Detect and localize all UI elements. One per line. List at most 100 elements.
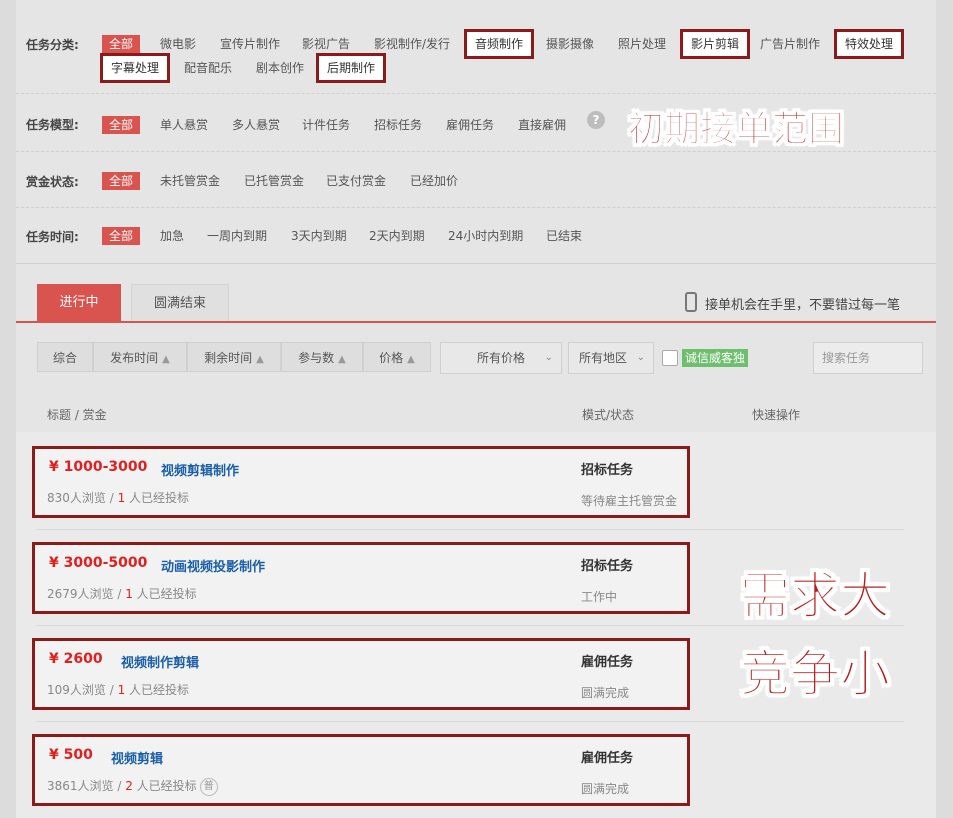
column-quick-actions: 快速操作 xyxy=(752,408,801,422)
task-bid-count: 2 xyxy=(125,779,133,793)
time-all[interactable]: 全部 xyxy=(102,227,141,245)
category-film-production[interactable]: 影视制作/发行 xyxy=(368,35,456,53)
region-dropdown[interactable]: 所有地区 ⌄ xyxy=(568,342,654,374)
category-audio-production[interactable]: 音频制作 xyxy=(464,29,535,59)
region-dropdown-value: 所有地区 xyxy=(579,351,628,365)
task-status: 圆满完成 xyxy=(581,782,630,796)
category-voice-music[interactable]: 配音配乐 xyxy=(178,59,238,77)
sort-price-label: 价格 xyxy=(379,351,404,365)
category-photography[interactable]: 摄影摄像 xyxy=(540,35,600,53)
time-within-24h[interactable]: 24小时内到期 xyxy=(442,227,529,245)
time-urgent[interactable]: 加急 xyxy=(154,227,190,245)
task-list-page: 任务分类: 全部 微电影 宣传片制作 影视广告 影视制作/发行 音频制作 摄影摄… xyxy=(16,0,936,818)
category-photo-edit[interactable]: 照片处理 xyxy=(612,35,672,53)
phone-icon xyxy=(685,292,697,312)
tab-completed[interactable]: 圆满结束 xyxy=(131,284,229,322)
sort-arrow-icon: ▲ xyxy=(338,354,346,365)
time-filter-label: 任务时间: xyxy=(26,230,79,244)
chevron-down-icon: ⌄ xyxy=(636,352,645,363)
task-status: 圆满完成 xyxy=(581,686,630,700)
model-filter-label: 任务模型: xyxy=(26,118,79,132)
reward-escrowed[interactable]: 已托管赏金 xyxy=(238,172,310,190)
time-within-week[interactable]: 一周内到期 xyxy=(201,227,273,245)
sort-participants[interactable]: 参与数 ▲ xyxy=(281,342,363,372)
task-bids-suffix: 人已经投标 xyxy=(125,683,190,697)
task-row[interactable]: ¥ 500 视频剪辑 3861人浏览 / 2 人已经投标普 雇佣任务 圆满完成 xyxy=(32,734,690,806)
task-stats: 3861人浏览 / 2 人已经投标普 xyxy=(47,777,218,796)
price-dropdown[interactable]: 所有价格 ⌄ xyxy=(440,342,562,374)
task-views: 3861人浏览 / xyxy=(47,779,126,793)
sort-default-label: 综合 xyxy=(52,351,77,365)
demand-overlay-text: 需求大 xyxy=(740,567,891,626)
time-within-2days[interactable]: 2天内到期 xyxy=(363,227,431,245)
plain-badge-icon: 普 xyxy=(199,777,218,796)
help-icon[interactable]: ? xyxy=(587,111,605,129)
sort-remaining-time-label: 剩余时间 xyxy=(204,351,253,365)
model-single-bounty[interactable]: 单人悬赏 xyxy=(154,116,214,134)
row-divider xyxy=(36,721,904,722)
task-price: ¥ 3000-5000 xyxy=(49,555,148,571)
tab-underline xyxy=(16,321,936,323)
sort-publish-time[interactable]: 发布时间 ▲ xyxy=(93,342,187,372)
task-title-link[interactable]: 视频制作剪辑 xyxy=(121,652,199,671)
reward-all[interactable]: 全部 xyxy=(102,172,141,190)
task-bid-count: 1 xyxy=(125,587,133,601)
model-bidding[interactable]: 招标任务 xyxy=(368,116,428,134)
task-title-link[interactable]: 动画视频投影制作 xyxy=(161,556,265,575)
time-within-3days[interactable]: 3天内到期 xyxy=(285,227,353,245)
task-mode: 雇佣任务 xyxy=(581,655,634,670)
model-hire-task[interactable]: 雇佣任务 xyxy=(440,116,500,134)
category-film-edit[interactable]: 影片剪辑 xyxy=(680,29,751,59)
category-promo-film[interactable]: 宣传片制作 xyxy=(214,35,286,53)
category-ad-film[interactable]: 广告片制作 xyxy=(754,35,826,53)
tab-in-progress[interactable]: 进行中 xyxy=(37,284,121,322)
model-all[interactable]: 全部 xyxy=(102,116,141,134)
task-stats: 2679人浏览 / 1 人已经投标 xyxy=(47,585,197,602)
scope-overlay-text: 初期接单范围 xyxy=(627,109,845,151)
task-views: 830人浏览 / xyxy=(47,491,118,505)
task-title-link[interactable]: 视频剪辑制作 xyxy=(161,460,239,479)
cert-checkbox[interactable] xyxy=(662,350,678,366)
category-subtitles[interactable]: 字幕处理 xyxy=(100,53,171,83)
task-views: 2679人浏览 / xyxy=(47,587,126,601)
reward-raised[interactable]: 已经加价 xyxy=(404,172,464,190)
task-price: ¥ 500 xyxy=(49,747,93,763)
category-script[interactable]: 剧本创作 xyxy=(250,59,310,77)
reward-unescrowed[interactable]: 未托管赏金 xyxy=(154,172,226,190)
sort-default[interactable]: 综合 xyxy=(37,342,93,372)
task-stats: 830人浏览 / 1 人已经投标 xyxy=(47,489,189,506)
phone-note: 接单机会在手里，不要错过每一笔 xyxy=(705,298,901,313)
price-dropdown-value: 所有价格 xyxy=(477,351,526,365)
sort-remaining-time[interactable]: 剩余时间 ▲ xyxy=(187,342,281,372)
task-views: 109人浏览 / xyxy=(47,683,118,697)
task-row[interactable]: ¥ 1000-3000 视频剪辑制作 830人浏览 / 1 人已经投标 招标任务… xyxy=(32,446,690,518)
model-direct-hire[interactable]: 直接雇佣 xyxy=(512,116,572,134)
category-post-production[interactable]: 后期制作 xyxy=(316,53,387,83)
task-title-link[interactable]: 视频剪辑 xyxy=(111,748,163,767)
task-mode: 雇佣任务 xyxy=(581,751,634,766)
task-status: 等待雇主托管赏金 xyxy=(581,494,678,508)
task-bids-suffix: 人已经投标 xyxy=(132,587,197,601)
column-title: 标题 / 赏金 xyxy=(47,408,107,422)
reward-paid[interactable]: 已支付赏金 xyxy=(320,172,392,190)
task-price: ¥ 2600 xyxy=(49,651,103,667)
search-input[interactable]: 搜索任务 xyxy=(813,342,923,374)
sort-participants-label: 参与数 xyxy=(298,351,335,365)
category-all[interactable]: 全部 xyxy=(102,35,141,53)
category-tv-ad[interactable]: 影视广告 xyxy=(296,35,356,53)
task-mode: 招标任务 xyxy=(581,463,634,478)
sort-price[interactable]: 价格 ▲ xyxy=(363,342,431,372)
cert-badge: 诚信威客独 xyxy=(682,349,749,367)
model-multi-bounty[interactable]: 多人悬赏 xyxy=(226,116,286,134)
category-vfx[interactable]: 特效处理 xyxy=(834,29,905,59)
task-mode: 招标任务 xyxy=(581,559,634,574)
model-piecework[interactable]: 计件任务 xyxy=(296,116,356,134)
task-row[interactable]: ¥ 2600 视频制作剪辑 109人浏览 / 1 人已经投标 雇佣任务 圆满完成 xyxy=(32,638,690,710)
task-row[interactable]: ¥ 3000-5000 动画视频投影制作 2679人浏览 / 1 人已经投标 招… xyxy=(32,542,690,614)
sort-arrow-icon: ▲ xyxy=(407,354,415,365)
time-ended[interactable]: 已结束 xyxy=(540,227,588,245)
task-bids-suffix: 人已经投标 xyxy=(132,779,197,793)
category-filter-row: 任务分类: 全部 微电影 宣传片制作 影视广告 影视制作/发行 音频制作 摄影摄… xyxy=(16,0,936,94)
sort-arrow-icon: ▲ xyxy=(162,354,170,365)
category-micro-film[interactable]: 微电影 xyxy=(154,35,202,53)
